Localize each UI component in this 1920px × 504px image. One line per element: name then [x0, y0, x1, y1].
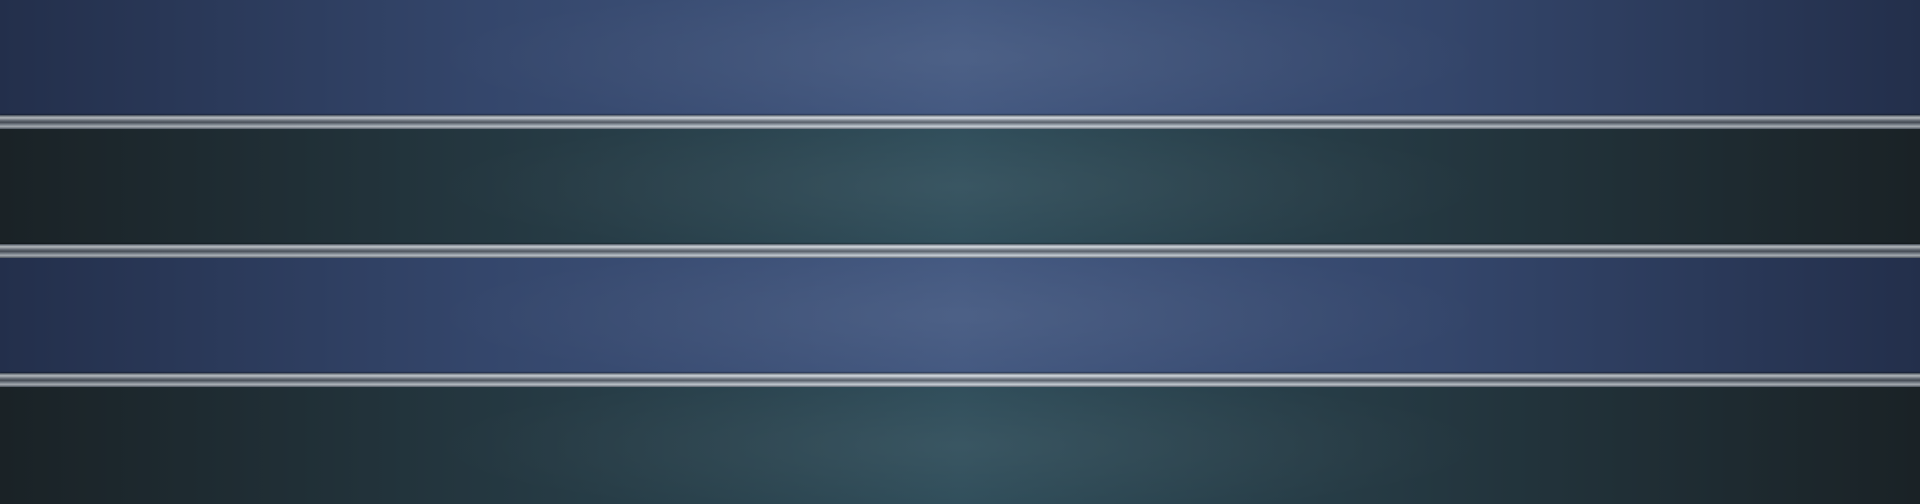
striped-background: [0, 0, 1920, 504]
band-blue-1: [0, 0, 1920, 115]
band-teal-2: [0, 387, 1920, 504]
metal-rail-2: [0, 244, 1920, 258]
band-teal-1: [0, 129, 1920, 244]
band-blue-2: [0, 258, 1920, 373]
metal-rail-1: [0, 115, 1920, 129]
metal-rail-3: [0, 373, 1920, 387]
